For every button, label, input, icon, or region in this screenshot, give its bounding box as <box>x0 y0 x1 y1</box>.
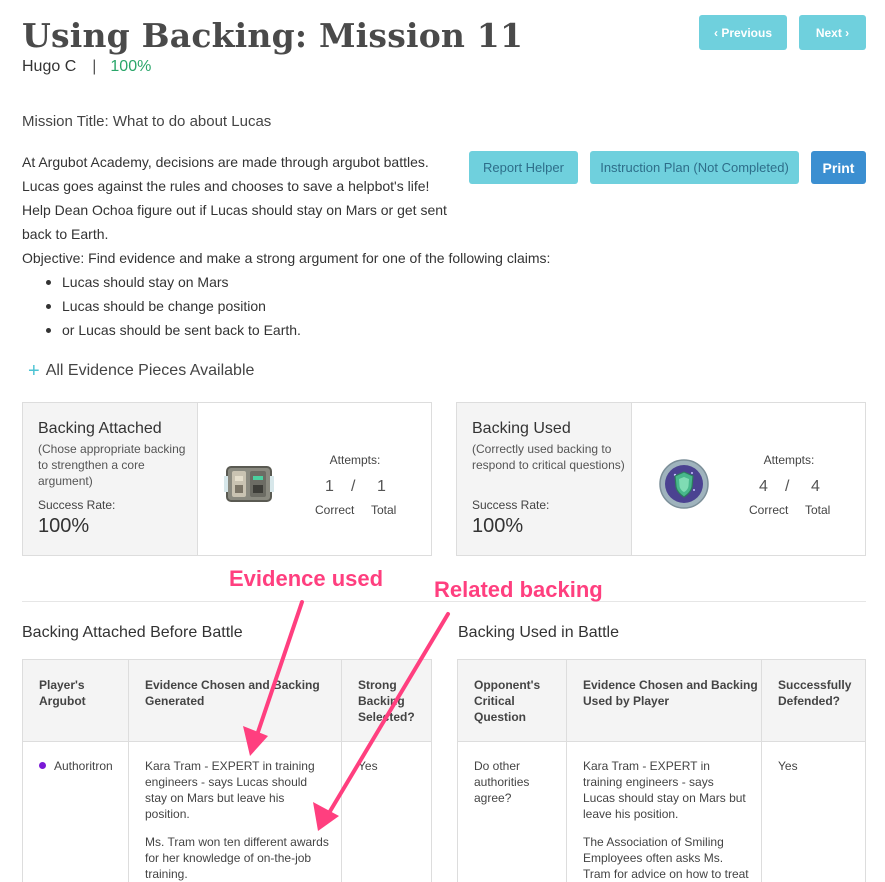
evidence-cell: Kara Tram - EXPERT in training engineers… <box>129 742 342 882</box>
card-title: Backing Attached <box>38 420 162 437</box>
success-rate-value: 100% <box>472 515 524 537</box>
total-label: Total <box>371 503 397 517</box>
argubot-cell: Authoritron <box>23 742 129 882</box>
argubot-name: Authoritron <box>54 759 113 773</box>
print-button[interactable]: Print <box>811 151 866 184</box>
mission-objective: Objective: Find evidence and make a stro… <box>22 250 551 266</box>
backing-attached-table: Player's Argubot Evidence Chosen and Bac… <box>22 659 432 882</box>
instruction-plan-button[interactable]: Instruction Plan (Not Completed) <box>590 151 799 184</box>
claims-list: Lucas should stay on Mars Lucas should b… <box>46 270 301 342</box>
backing-used-section-title: Backing Used in Battle <box>458 624 619 641</box>
annotation-related-backing: Related backing <box>434 577 603 602</box>
attempts-total: 4 <box>811 478 820 495</box>
claim-item: or Lucas should be sent back to Earth. <box>46 318 301 342</box>
column-header: Strong Backing Selected? <box>358 678 415 724</box>
attempts-label: Attempts: <box>763 453 815 467</box>
backing-attached-card: Backing Attached (Chose appropriate back… <box>22 402 432 556</box>
plus-icon: + <box>28 360 40 382</box>
backing-device-icon <box>223 458 275 510</box>
attempts-slash: / <box>351 478 356 495</box>
evidence-text: Kara Tram - EXPERT in training engineers… <box>583 759 746 821</box>
defended-cell: Yes <box>778 759 798 773</box>
success-rate-value: 100% <box>38 515 90 537</box>
column-header: Player's Argubot <box>23 660 129 742</box>
attempts-slash: / <box>785 478 790 495</box>
card-summary: Backing Attached (Chose appropriate back… <box>23 403 198 555</box>
success-rate-label: Success Rate: <box>38 498 116 512</box>
student-name: Hugo C <box>22 58 77 75</box>
report-helper-button[interactable]: Report Helper <box>469 151 578 184</box>
claim-item: Lucas should stay on Mars <box>46 270 301 294</box>
mission-title: Mission Title: What to do about Lucas <box>22 113 272 130</box>
attempts-correct: 4 <box>759 478 768 495</box>
card-subtitle: (Correctly used backing to respond to cr… <box>472 442 625 472</box>
correct-label: Correct <box>315 503 355 517</box>
column-header: Opponent's Critical Question <box>458 660 567 742</box>
backing-used-table: Opponent's Critical Question Evidence Ch… <box>457 659 866 882</box>
attempts-total: 1 <box>377 478 386 495</box>
column-header: Evidence Chosen and Backing Used by Play… <box>567 660 762 742</box>
success-rate-label: Success Rate: <box>472 498 550 512</box>
page-title: Using Backing: Mission 11 <box>22 16 524 55</box>
next-button[interactable]: Next › <box>799 15 866 50</box>
total-label: Total <box>805 503 831 517</box>
claim-item: Lucas should be change position <box>46 294 301 318</box>
card-subtitle: (Chose appropriate backing to strengthen… <box>38 442 186 488</box>
all-evidence-toggle[interactable]: + All Evidence Pieces Available <box>28 360 255 382</box>
evidence-cell: Kara Tram - EXPERT in training engineers… <box>567 742 762 882</box>
backing-attached-section-title: Backing Attached Before Battle <box>22 624 243 641</box>
mission-description: At Argubot Academy, decisions are made t… <box>22 154 447 242</box>
strong-backing-cell: Yes <box>358 759 378 773</box>
shield-badge-icon <box>658 458 710 510</box>
column-header: Successfully Defended? <box>778 678 852 708</box>
annotation-evidence-used: Evidence used <box>229 566 384 591</box>
progress-percent: 100% <box>110 58 152 75</box>
student-info: Hugo C | 100% <box>22 58 151 76</box>
previous-button[interactable]: ‹ Previous <box>699 15 787 50</box>
card-title: Backing Used <box>472 420 571 437</box>
attempts-correct: 1 <box>325 478 334 495</box>
backing-text: The Association of Smiling Employees oft… <box>583 835 749 881</box>
critical-question-cell: Do other authorities agree? <box>458 742 567 882</box>
column-header: Evidence Chosen and Backing Generated <box>129 660 342 742</box>
card-summary: Backing Used (Correctly used backing to … <box>457 403 632 555</box>
backing-text: Ms. Tram won ten different awards for he… <box>145 835 329 881</box>
attempts-label: Attempts: <box>329 453 381 467</box>
separator: | <box>92 58 97 75</box>
argubot-color-dot <box>39 762 46 769</box>
evidence-text: Kara Tram - EXPERT in training engineers… <box>145 759 315 821</box>
backing-used-card: Backing Used (Correctly used backing to … <box>456 402 866 556</box>
all-evidence-label: All Evidence Pieces Available <box>45 362 255 379</box>
correct-label: Correct <box>749 503 789 517</box>
